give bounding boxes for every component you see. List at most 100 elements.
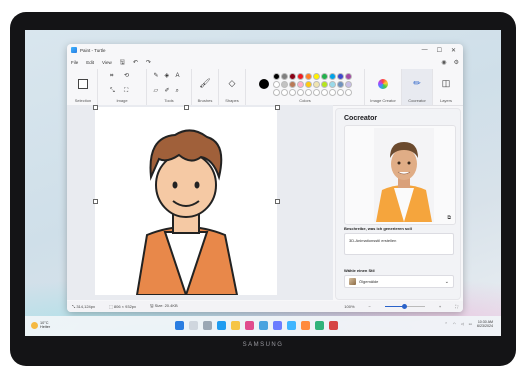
color-swatch[interactable] — [305, 80, 312, 88]
zoom-slider-knob[interactable] — [402, 303, 408, 309]
zoom-out-icon[interactable]: − — [369, 304, 371, 309]
account-icon[interactable]: ◉ — [441, 59, 446, 66]
color-picker-icon[interactable]: ✐ — [165, 88, 174, 94]
custom-color-slot[interactable] — [313, 88, 320, 96]
selection-group: Selection — [69, 69, 98, 105]
background-removal-icon[interactable]: ⛶ — [124, 88, 134, 94]
clock[interactable]: 10:30 AM 6/23/2024 — [477, 320, 493, 328]
ribbon-toolbar: Selection ⌗ ⟲ ⤡ ⛶ Image ✎ ◈ A ▱ ✐ ⌕ Tool… — [67, 69, 463, 106]
color-swatch[interactable] — [321, 72, 328, 80]
primary-color-swatch[interactable] — [259, 78, 269, 89]
volume-icon[interactable]: ◁ — [461, 322, 464, 326]
weather-sun-icon — [31, 321, 38, 329]
color-swatch[interactable] — [321, 80, 328, 88]
custom-color-slot[interactable] — [329, 88, 336, 96]
custom-color-slot[interactable] — [345, 88, 352, 96]
cartoon-drawing — [135, 129, 239, 299]
describe-input[interactable]: 3D-Animationsstil erstellen — [344, 233, 454, 255]
minimize-button[interactable]: — — [422, 47, 428, 54]
menu-file[interactable]: File — [71, 60, 78, 65]
color-swatch[interactable] — [337, 80, 344, 88]
color-swatch[interactable] — [345, 72, 352, 80]
custom-color-slot[interactable] — [289, 88, 296, 96]
crop-icon[interactable]: ⌗ — [110, 73, 120, 79]
app-icon[interactable] — [301, 321, 310, 330]
color-swatch[interactable] — [329, 80, 336, 88]
screen: Paint - Turtle — ☐ ✕ File Edit View 🖫 ↶ … — [25, 30, 501, 336]
magnifier-icon[interactable]: ⌕ — [176, 88, 185, 94]
search-icon[interactable] — [189, 321, 198, 330]
color-swatch[interactable] — [273, 80, 280, 88]
start-icon[interactable] — [175, 321, 184, 330]
menu-view[interactable]: View — [102, 60, 112, 65]
fit-to-window-icon[interactable]: ⛶ — [455, 304, 458, 309]
battery-icon[interactable]: ▭ — [469, 322, 472, 326]
edit-colors-icon[interactable] — [378, 78, 388, 89]
custom-color-slot[interactable] — [281, 88, 288, 96]
color-swatch[interactable] — [281, 80, 288, 88]
zoom-in-icon[interactable]: + — [439, 304, 441, 309]
insert-image-icon[interactable]: ⧉ — [447, 216, 451, 221]
brush-icon[interactable]: 🖌 — [199, 79, 210, 88]
color-swatch[interactable] — [289, 72, 296, 80]
layers-icon[interactable]: ◫ — [442, 79, 451, 88]
color-swatch[interactable] — [329, 72, 336, 80]
custom-color-slot[interactable] — [297, 88, 304, 96]
cocreator-icon[interactable]: ✏ — [413, 79, 421, 88]
resize-handle[interactable] — [275, 105, 280, 110]
style-dropdown[interactable]: Ölgemälde ⌄ — [344, 275, 454, 288]
describe-label: Beschreibe, was ich generieren soll — [344, 226, 412, 231]
paint-taskbar-icon[interactable] — [287, 321, 296, 330]
undo-icon[interactable]: ↶ — [133, 60, 138, 66]
save-icon[interactable]: 🖫 — [120, 60, 125, 66]
wifi-icon[interactable]: ◠ — [453, 322, 456, 326]
canvas-area[interactable] — [67, 105, 333, 300]
app-icon[interactable] — [315, 321, 324, 330]
title-bar[interactable]: Paint - Turtle — ☐ ✕ — [67, 44, 463, 56]
custom-color-slot[interactable] — [321, 88, 328, 96]
redo-icon[interactable]: ↷ — [146, 60, 151, 66]
color-swatch[interactable] — [273, 72, 280, 80]
color-swatch[interactable] — [281, 72, 288, 80]
store-icon[interactable] — [245, 321, 254, 330]
task-view-icon[interactable] — [203, 321, 212, 330]
color-swatch[interactable] — [289, 80, 296, 88]
selection-rectangle-icon[interactable] — [78, 78, 88, 89]
pencil-icon[interactable]: ✎ — [154, 73, 163, 79]
resize-handle[interactable] — [93, 105, 98, 110]
photos-icon[interactable] — [259, 321, 268, 330]
color-swatch[interactable] — [345, 80, 352, 88]
settings-gear-icon[interactable]: ⚙ — [454, 59, 459, 66]
cocreator-panel: Cocreator ⧉ Beschreibe, was ich generier… — [335, 108, 461, 300]
color-swatch[interactable] — [297, 80, 304, 88]
drawing-canvas[interactable] — [93, 105, 280, 299]
color-swatch[interactable] — [337, 72, 344, 80]
eraser-icon[interactable]: ▱ — [154, 88, 163, 94]
rotate-icon[interactable]: ⟲ — [124, 73, 134, 79]
resize-handle[interactable] — [184, 105, 189, 110]
color-swatch[interactable] — [313, 80, 320, 88]
maximize-button[interactable]: ☐ — [437, 47, 442, 54]
resize-handle[interactable] — [93, 199, 98, 204]
custom-color-slot[interactable] — [305, 88, 312, 96]
menu-edit[interactable]: Edit — [86, 60, 94, 65]
text-icon[interactable]: A — [176, 73, 185, 79]
file-explorer-icon[interactable] — [231, 321, 240, 330]
app-icon[interactable] — [329, 321, 338, 330]
zoom-slider[interactable] — [384, 303, 425, 309]
custom-color-slot[interactable] — [337, 88, 344, 96]
edge-icon[interactable] — [217, 321, 226, 330]
shapes-icon[interactable]: ◇ — [229, 79, 236, 88]
fill-icon[interactable]: ◈ — [165, 73, 174, 79]
copilot-icon[interactable] — [273, 321, 282, 330]
resize-handle[interactable] — [275, 199, 280, 204]
generated-image[interactable] — [374, 128, 434, 222]
color-swatch[interactable] — [305, 72, 312, 80]
resize-icon[interactable]: ⤡ — [110, 88, 120, 94]
weather-widget[interactable]: 10°C Heiter — [31, 321, 50, 329]
close-button[interactable]: ✕ — [451, 47, 456, 54]
color-swatch[interactable] — [297, 72, 304, 80]
custom-color-slot[interactable] — [273, 88, 280, 96]
color-swatch[interactable] — [313, 72, 320, 80]
chevron-up-icon[interactable]: ⌃ — [445, 322, 448, 326]
